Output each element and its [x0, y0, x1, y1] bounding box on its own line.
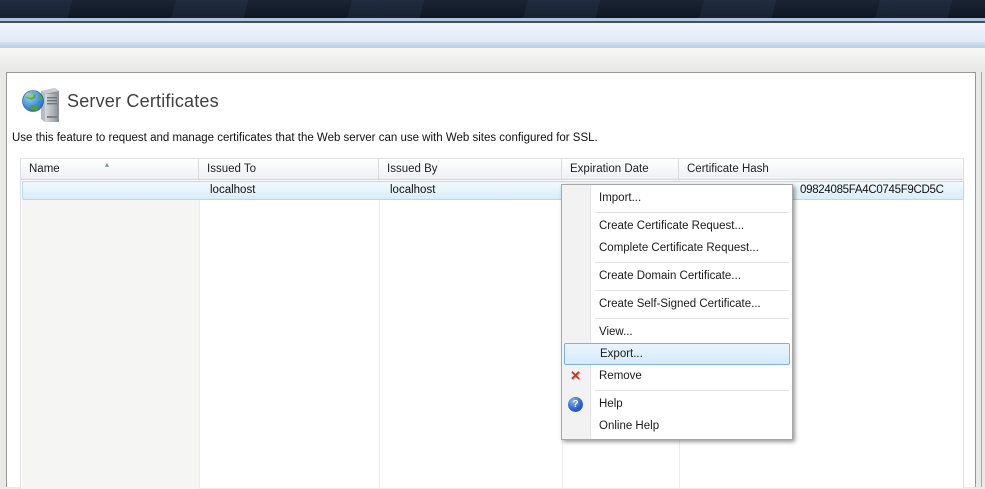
menu-item-complete-certificate-request[interactable]: Complete Certificate Request...	[562, 237, 792, 259]
menu-item-create-certificate-request[interactable]: Create Certificate Request...	[562, 215, 792, 237]
cell-certificate-hash: 09824085FA4C0745F9CD5C	[800, 182, 944, 199]
sort-ascending-icon: ▴	[105, 159, 109, 171]
menu-item-create-self-signed-certificate[interactable]: Create Self-Signed Certificate...	[562, 293, 792, 315]
menu-separator	[595, 262, 789, 263]
column-header-label: Certificate Hash	[687, 163, 769, 175]
menu-item-label: Help	[599, 398, 623, 410]
column-header-expiration-date[interactable]: Expiration Date	[562, 159, 679, 179]
window-edge	[981, 72, 982, 487]
cell-issued-by: localhost	[390, 182, 435, 199]
list-header-row: Name ▴ Issued To Issued By Expiration Da…	[21, 159, 963, 180]
server-certificates-icon	[21, 86, 63, 126]
column-header-label: Name	[29, 163, 60, 175]
menu-item-create-domain-certificate[interactable]: Create Domain Certificate...	[562, 265, 792, 287]
menu-item-label: Import...	[599, 192, 641, 204]
menu-item-import[interactable]: Import...	[562, 187, 792, 209]
column-header-issued-by[interactable]: Issued By	[379, 159, 562, 179]
menu-item-label: Create Domain Certificate...	[599, 270, 741, 282]
menu-separator	[595, 212, 789, 213]
menu-item-label: Create Self-Signed Certificate...	[599, 298, 761, 310]
content-background-fade	[0, 48, 985, 72]
menu-separator	[595, 318, 789, 319]
menu-separator	[595, 290, 789, 291]
menu-item-label: Complete Certificate Request...	[599, 242, 759, 254]
column-header-label: Expiration Date	[570, 163, 649, 175]
menu-item-export[interactable]: Export...	[564, 343, 790, 365]
menu-item-label: Online Help	[599, 420, 659, 432]
cell-issued-to: localhost	[210, 182, 255, 199]
feature-panel: Server Certificates Use this feature to …	[6, 72, 976, 487]
menu-item-view[interactable]: View...	[562, 321, 792, 343]
toolbar-band	[0, 23, 985, 42]
column-header-label: Issued To	[207, 163, 256, 175]
menu-item-remove[interactable]: ✕ Remove	[562, 365, 792, 387]
certificate-row-selected[interactable]: localhost localhost 09824085FA4C0745F9CD…	[22, 181, 964, 200]
column-header-label: Issued By	[387, 163, 438, 175]
column-gridline	[199, 180, 200, 489]
column-header-name[interactable]: Name ▴	[21, 159, 199, 179]
menu-item-online-help[interactable]: Online Help	[562, 415, 792, 437]
menu-item-label: Remove	[599, 370, 642, 382]
column-header-issued-to[interactable]: Issued To	[199, 159, 379, 179]
sorted-column-shading	[22, 200, 199, 489]
menu-item-label: Create Certificate Request...	[599, 220, 744, 232]
certificates-list: Name ▴ Issued To Issued By Expiration Da…	[20, 158, 964, 488]
menu-item-help[interactable]: ? Help	[562, 393, 792, 415]
help-icon: ?	[568, 397, 583, 412]
remove-icon: ✕	[570, 365, 581, 387]
window-titlebar[interactable]	[0, 0, 985, 18]
menu-separator	[595, 390, 789, 391]
menu-item-label: Export...	[600, 348, 643, 360]
column-header-certificate-hash[interactable]: Certificate Hash	[679, 159, 963, 179]
column-gridline	[379, 180, 380, 489]
feature-description: Use this feature to request and manage c…	[12, 132, 598, 144]
menu-item-label: View...	[599, 326, 633, 338]
context-menu: Import... Create Certificate Request... …	[561, 184, 793, 440]
page-title: Server Certificates	[67, 91, 219, 112]
